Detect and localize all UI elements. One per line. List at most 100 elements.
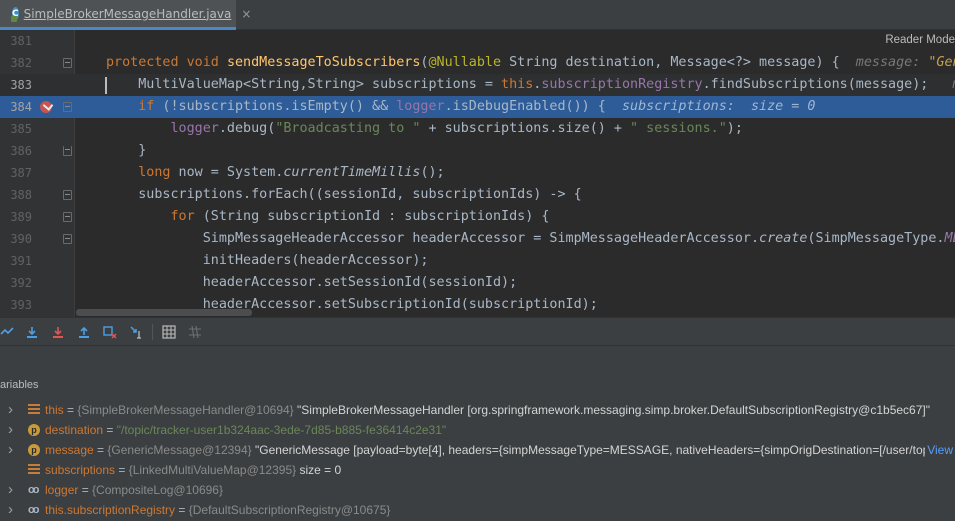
line-number[interactable]: 393 bbox=[0, 294, 32, 316]
drop-frame-icon[interactable] bbox=[103, 325, 117, 339]
code-text: MultiValueMap<String,String> subscriptio… bbox=[106, 74, 955, 96]
equals-sign: = bbox=[93, 443, 108, 457]
fold-marker-icon[interactable] bbox=[63, 234, 72, 244]
watch-icon: oo bbox=[28, 484, 39, 496]
field-icon bbox=[28, 464, 40, 476]
code-line[interactable]: 391 initHeaders(headerAccessor); bbox=[0, 250, 955, 272]
variable-row[interactable]: › p message = {GenericMessage@12394} "Gene… bbox=[0, 440, 955, 460]
code-line[interactable]: 383 MultiValueMap<String,String> subscri… bbox=[0, 74, 955, 96]
chevron-right-icon[interactable]: › bbox=[8, 500, 13, 520]
code-token: (); bbox=[420, 165, 445, 180]
tab-label: SimpleBrokerMessageHandler.java bbox=[23, 6, 232, 21]
code-line[interactable]: 387 long now = System.currentTimeMillis(… bbox=[0, 162, 955, 184]
fold-marker-icon[interactable] bbox=[63, 102, 72, 112]
code-token: long bbox=[138, 165, 171, 180]
variable-text: this = {SimpleBrokerMessageHandler@10694… bbox=[45, 400, 930, 420]
code-line[interactable]: 392 headerAccessor.setSessionId(sessionI… bbox=[0, 272, 955, 294]
line-number[interactable]: 387 bbox=[0, 162, 32, 184]
evaluate-expression-icon[interactable] bbox=[162, 325, 176, 339]
step-out-icon[interactable] bbox=[77, 325, 91, 339]
line-number[interactable]: 392 bbox=[0, 272, 32, 294]
toolbar-separator bbox=[152, 324, 153, 340]
code-line[interactable]: 388 subscriptions.forEach((sessionId, su… bbox=[0, 184, 955, 206]
fold-marker-icon[interactable] bbox=[63, 146, 72, 156]
code-text: long now = System.currentTimeMillis(); bbox=[106, 162, 445, 184]
line-number[interactable]: 384 bbox=[0, 96, 32, 118]
variable-name: destination bbox=[45, 423, 104, 437]
variable-value: size = 0 bbox=[299, 463, 342, 477]
equals-sign: = bbox=[78, 483, 93, 497]
variable-row[interactable]: › oo logger = {CompositeLog@10696} bbox=[0, 480, 955, 500]
field-icon bbox=[28, 404, 40, 416]
code-line[interactable]: 382 protected void sendMessageToSubscribe… bbox=[0, 52, 955, 74]
variable-row[interactable]: › p destination = "/topic/tracker-user1b32… bbox=[0, 420, 955, 440]
show-execution-point-icon[interactable] bbox=[0, 325, 14, 339]
close-icon[interactable]: × bbox=[241, 7, 251, 21]
reader-mode-button[interactable]: Reader Mode bbox=[881, 34, 955, 46]
variable-type: {GenericMessage@12394} bbox=[107, 443, 255, 457]
chevron-right-icon[interactable]: › bbox=[8, 440, 13, 460]
variable-text: message = {GenericMessage@12394} "Generi… bbox=[45, 440, 948, 460]
code-token: @Nullable bbox=[428, 55, 502, 70]
code-text: SimpMessageHeaderAccessor headerAccessor… bbox=[106, 228, 955, 250]
code-text: protected void sendMessageToSubscribers(… bbox=[106, 52, 955, 74]
step-over-icon[interactable] bbox=[25, 325, 39, 339]
code-line[interactable]: 390 SimpMessageHeaderAccessor headerAcce… bbox=[0, 228, 955, 250]
line-number[interactable]: 385 bbox=[0, 118, 32, 140]
chevron-right-icon[interactable]: › bbox=[8, 420, 13, 440]
code-token: subscriptions.forEach((sessionId, subscr… bbox=[106, 187, 582, 202]
code-token: create bbox=[759, 231, 808, 246]
variables-title: ariables bbox=[0, 379, 39, 391]
line-number[interactable]: 386 bbox=[0, 140, 32, 162]
code-text: for (String subscriptionId : subscriptio… bbox=[106, 206, 550, 228]
equals-sign: = bbox=[103, 423, 117, 437]
equals-sign: = bbox=[175, 503, 189, 517]
trace-current-stream-icon[interactable] bbox=[188, 325, 202, 339]
code-token: String destination, Message<?> message) … bbox=[501, 55, 856, 70]
tab-simplebrokermessagehandler[interactable]: C SimpleBrokerMessageHandler.java × bbox=[0, 0, 251, 30]
code-line[interactable]: 386 } bbox=[0, 140, 955, 162]
variable-type: {LinkedMultiValueMap@12395} bbox=[128, 463, 300, 477]
fold-marker-icon[interactable] bbox=[63, 212, 72, 222]
code-token: logger bbox=[170, 121, 219, 136]
variable-type: {CompositeLog@10696} bbox=[92, 483, 223, 497]
run-to-cursor-icon[interactable] bbox=[129, 325, 143, 339]
line-number[interactable]: 382 bbox=[0, 52, 32, 74]
java-class-icon: C bbox=[11, 7, 19, 22]
code-line[interactable]: 385 logger.debug("Broadcasting to " + su… bbox=[0, 118, 955, 140]
breakpoint-icon[interactable] bbox=[40, 101, 52, 113]
variable-row[interactable]: › oo this.subscriptionRegistry = {DefaultS… bbox=[0, 500, 955, 520]
variable-text: subscriptions = {LinkedMultiValueMap@123… bbox=[45, 460, 341, 480]
fold-marker-icon[interactable] bbox=[63, 58, 72, 68]
step-into-icon[interactable] bbox=[51, 325, 65, 339]
code-token: (String subscriptionId : subscriptionIds… bbox=[194, 209, 550, 224]
code-line[interactable]: 381 bbox=[0, 30, 955, 52]
code-token: for bbox=[170, 209, 195, 224]
chevron-right-icon[interactable]: › bbox=[8, 400, 13, 420]
line-number[interactable]: 388 bbox=[0, 184, 32, 206]
code-text: } bbox=[106, 140, 146, 162]
code-line[interactable]: 384 if (!subscriptions.isEmpty() && logg… bbox=[0, 96, 955, 118]
line-number[interactable]: 390 bbox=[0, 228, 32, 250]
code-text: logger.debug("Broadcasting to " + subscr… bbox=[106, 118, 743, 140]
variable-name: this bbox=[45, 403, 64, 417]
variable-row[interactable]: subscriptions = {LinkedMultiValueMap@123… bbox=[0, 460, 955, 480]
code-token: if bbox=[138, 99, 155, 114]
line-number[interactable]: 383 bbox=[0, 74, 32, 96]
horizontal-scrollbar[interactable] bbox=[76, 309, 252, 316]
view-link[interactable]: View bbox=[925, 440, 953, 460]
code-line[interactable]: 389 for (String subscriptionId : subscri… bbox=[0, 206, 955, 228]
code-token: now = System. bbox=[170, 165, 284, 180]
variable-row[interactable]: › this = {SimpleBrokerMessageHandler@1069… bbox=[0, 400, 955, 420]
line-number[interactable]: 389 bbox=[0, 206, 32, 228]
chevron-right-icon[interactable]: › bbox=[8, 480, 13, 500]
line-number[interactable]: 381 bbox=[0, 30, 32, 52]
fold-marker-icon[interactable] bbox=[63, 190, 72, 200]
variable-text: this.subscriptionRegistry = {DefaultSubs… bbox=[45, 500, 390, 520]
code-text: subscriptions.forEach((sessionId, subscr… bbox=[106, 184, 582, 206]
line-number[interactable]: 391 bbox=[0, 250, 32, 272]
code-editor[interactable]: 381 382 protected void sendMessageToSubscr… bbox=[0, 30, 955, 317]
variable-type: {DefaultSubscriptionRegistry@10675} bbox=[188, 503, 391, 517]
